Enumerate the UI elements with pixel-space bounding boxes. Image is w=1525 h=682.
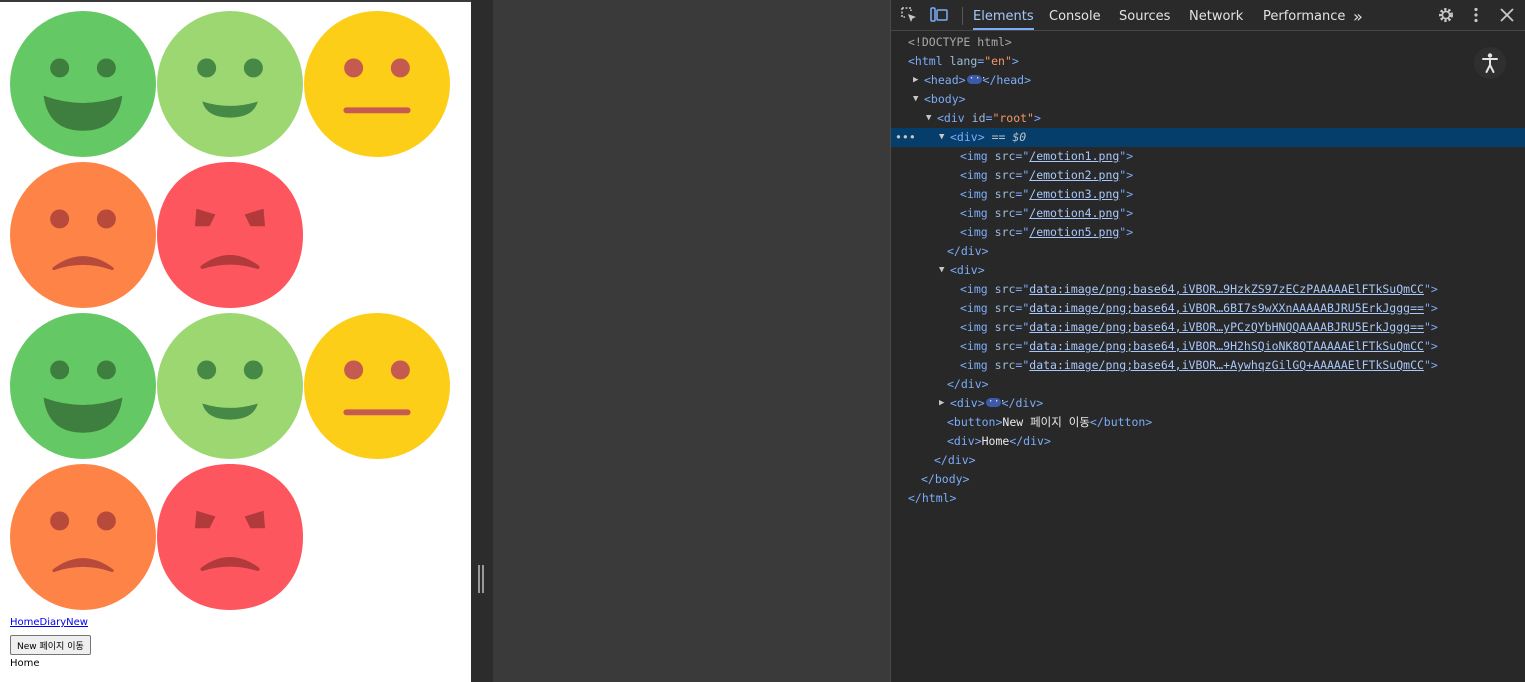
devtools-panel: Elements Console Sources Network Perform… <box>890 0 1525 682</box>
emotion-image-4 <box>10 162 156 308</box>
img-src-link[interactable]: /emotion1.png <box>1029 149 1119 163</box>
dom-div-collapsed[interactable]: ▶<div></div> <box>891 392 1525 413</box>
resize-handle[interactable] <box>478 565 484 593</box>
emotion-image-5 <box>157 162 303 308</box>
tab-sources[interactable]: Sources <box>1119 0 1170 30</box>
dom-div-close[interactable]: </div> <box>891 375 1525 394</box>
collapse-triangle-icon[interactable]: ▼ <box>926 109 936 128</box>
device-toolbar-icon[interactable] <box>930 6 948 24</box>
toolbar-separator <box>962 7 963 25</box>
dom-img[interactable]: <img src="data:image/png;base64,iVBOR…yP… <box>891 318 1525 337</box>
dom-html-close[interactable]: </html> <box>891 489 1525 508</box>
close-icon[interactable] <box>1498 6 1516 24</box>
nav-links: HomeDiaryNew <box>10 617 88 628</box>
img-src-link[interactable]: data:image/png;base64,iVBOR…yPCzQYbHNQQA… <box>1029 320 1424 334</box>
more-options-icon[interactable] <box>1467 6 1485 24</box>
dom-root-close[interactable]: </div> <box>891 451 1525 470</box>
tab-console[interactable]: Console <box>1049 0 1101 30</box>
dom-div[interactable]: ▼ <div> <box>891 261 1525 280</box>
devtools-toolbar: Elements Console Sources Network Perform… <box>891 0 1525 31</box>
dom-img[interactable]: <img src="data:image/png;base64,iVBOR…9H… <box>891 337 1525 356</box>
img-src-link[interactable]: /emotion5.png <box>1029 225 1119 239</box>
dom-img[interactable]: <img src="/emotion1.png"> <box>891 147 1525 166</box>
dom-root-div[interactable]: ▼ <div id="root"> <box>891 109 1525 128</box>
img-src-link[interactable]: data:image/png;base64,iVBOR…9H2hSQioNK8Q… <box>1029 339 1424 353</box>
nav-link-home[interactable]: Home <box>10 617 40 628</box>
more-tabs-icon[interactable]: » <box>1353 0 1363 30</box>
dom-div-close[interactable]: </div> <box>891 242 1525 261</box>
expand-triangle-icon[interactable]: ▶ <box>939 394 949 413</box>
img-src-link[interactable]: data:image/png;base64,iVBOR…9HzkZS97zECz… <box>1029 282 1424 296</box>
img-src-link[interactable]: /emotion2.png <box>1029 168 1119 182</box>
emotion-image-9 <box>10 464 156 610</box>
emotion-row-2 <box>10 162 303 308</box>
dom-body-close[interactable]: </body> <box>891 470 1525 489</box>
dom-img[interactable]: <img src="/emotion3.png"> <box>891 185 1525 204</box>
dom-head[interactable]: ▶<head></head> <box>891 69 1525 90</box>
page-viewport: HomeDiaryNew New 페이지 이동 Home <box>0 0 471 682</box>
collapsed-content-icon[interactable] <box>966 69 987 88</box>
node-actions-icon[interactable]: ••• <box>895 128 916 147</box>
collapse-triangle-icon[interactable]: ▼ <box>939 261 949 280</box>
dom-doctype[interactable]: <!DOCTYPE html> <box>891 33 1525 52</box>
dom-img[interactable]: <img src="data:image/png;base64,iVBOR…6B… <box>891 299 1525 318</box>
emotion-image-3 <box>304 11 450 157</box>
new-page-button[interactable]: New 페이지 이동 <box>10 635 91 655</box>
emotion-row-1 <box>10 11 450 157</box>
dom-home-div[interactable]: <div>Home</div> <box>891 432 1525 451</box>
tab-network[interactable]: Network <box>1189 0 1243 30</box>
dom-body[interactable]: ▼ <body> <box>891 90 1525 109</box>
dom-img[interactable]: <img src="/emotion2.png"> <box>891 166 1525 185</box>
emotion-image-10 <box>157 464 303 610</box>
settings-gear-icon[interactable] <box>1437 6 1455 24</box>
dom-img[interactable]: <img src="data:image/png;base64,iVBOR…+A… <box>891 356 1525 375</box>
expand-triangle-icon[interactable]: ▶ <box>913 71 923 90</box>
img-src-link[interactable]: /emotion4.png <box>1029 206 1119 220</box>
emotion-row-4 <box>10 464 303 610</box>
empty-area <box>493 0 890 682</box>
tab-elements[interactable]: Elements <box>973 0 1034 30</box>
emotion-row-3 <box>10 313 450 459</box>
dom-selected-div[interactable]: ••• ▼ <div> == $0 <box>891 128 1525 147</box>
inspect-element-icon[interactable] <box>900 6 918 24</box>
img-src-link[interactable]: /emotion3.png <box>1029 187 1119 201</box>
dom-button[interactable]: <button>New 페이지 이동</button> <box>891 413 1525 432</box>
collapsed-content-icon[interactable] <box>985 392 1006 411</box>
dom-img[interactable]: <img src="/emotion4.png"> <box>891 204 1525 223</box>
img-src-link[interactable]: data:image/png;base64,iVBOR…6BI7s9wXXnAA… <box>1029 301 1424 315</box>
collapse-triangle-icon[interactable]: ▼ <box>939 128 949 147</box>
collapse-triangle-icon[interactable]: ▼ <box>913 90 923 109</box>
emotion-image-7 <box>157 313 303 459</box>
tab-performance[interactable]: Performance <box>1263 0 1345 30</box>
emotion-image-6 <box>10 313 156 459</box>
dom-img[interactable]: <img src="data:image/png;base64,iVBOR…9H… <box>891 280 1525 299</box>
home-text: Home <box>10 658 40 669</box>
emotion-image-1 <box>10 11 156 157</box>
emotion-image-2 <box>157 11 303 157</box>
dom-img[interactable]: <img src="/emotion5.png"> <box>891 223 1525 242</box>
nav-link-diary[interactable]: Diary <box>40 617 67 628</box>
emotion-image-8 <box>304 313 450 459</box>
img-src-link[interactable]: data:image/png;base64,iVBOR…+AywhqzGilGQ… <box>1029 358 1424 372</box>
nav-link-new[interactable]: New <box>66 617 88 628</box>
